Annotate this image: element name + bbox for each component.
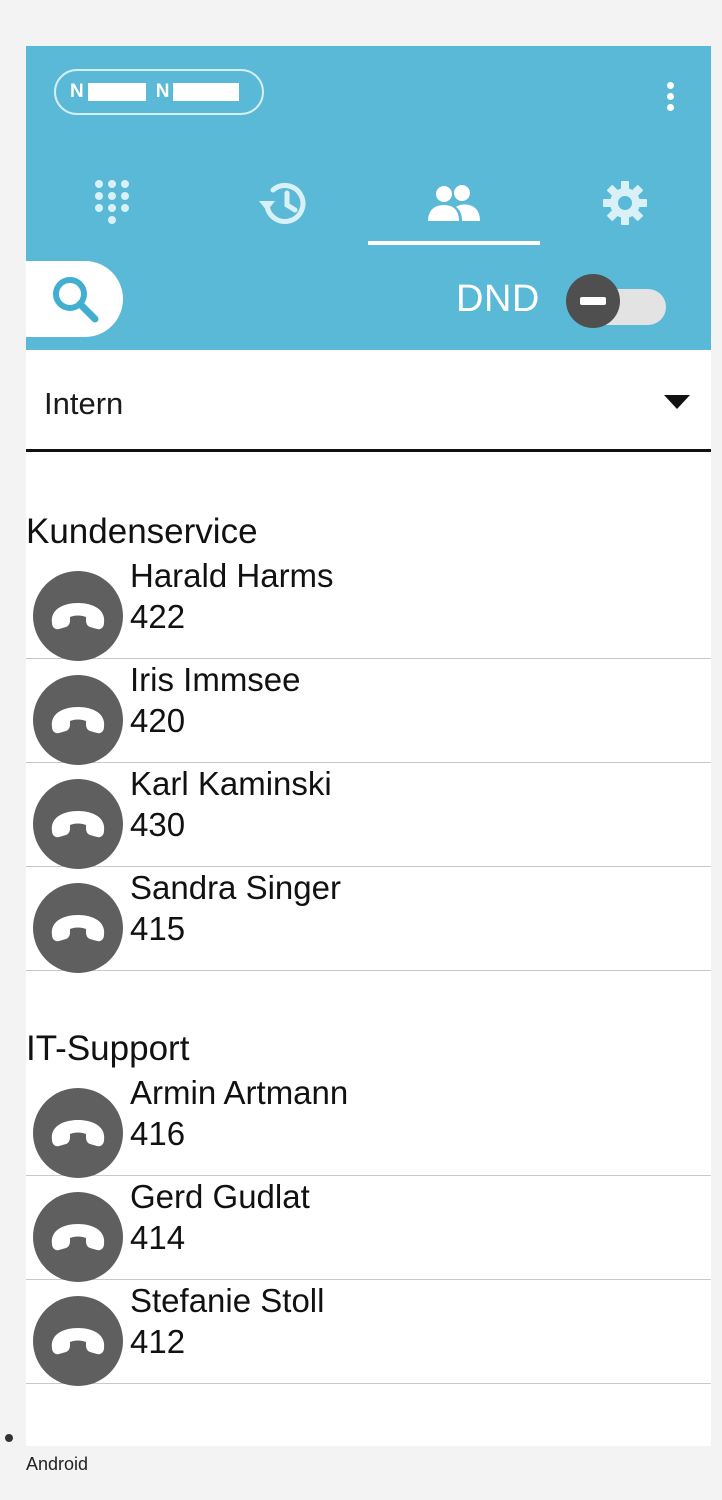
contact-name: Sandra Singer	[130, 869, 341, 906]
group-title: Kundenservice	[26, 512, 258, 551]
contact-row[interactable]: Iris Immsee 420	[26, 659, 711, 765]
contact-extension: 415	[130, 910, 186, 947]
people-icon	[427, 185, 480, 221]
search-icon	[52, 277, 98, 323]
account-redacted	[173, 83, 240, 101]
tab-history[interactable]	[197, 158, 368, 248]
phone-hangup-icon[interactable]	[33, 1192, 123, 1282]
tab-settings[interactable]	[539, 158, 710, 248]
group-dropdown-value: Intern	[44, 386, 124, 421]
gear-icon	[602, 181, 647, 225]
dnd-toggle[interactable]	[566, 274, 670, 330]
dropdown-arrow-icon	[664, 395, 690, 409]
account-chip[interactable]: N N	[54, 69, 264, 115]
search-button[interactable]	[26, 261, 123, 337]
history-icon	[258, 182, 305, 224]
phone-hangup-icon[interactable]	[33, 883, 123, 973]
account-redacted	[87, 83, 146, 101]
phone-hangup-icon[interactable]	[33, 1088, 123, 1178]
platform-caption: Android	[26, 1454, 89, 1474]
phone-hangup-icon[interactable]	[33, 1296, 123, 1386]
phone-hangup-icon[interactable]	[33, 571, 123, 661]
group-title: IT-Support	[26, 1029, 190, 1068]
list-bullet	[5, 1434, 13, 1442]
contact-extension: 430	[130, 806, 186, 843]
tab-indicator	[368, 241, 540, 245]
header-bar: N N DND	[26, 46, 711, 350]
contact-name: Armin Artmann	[130, 1074, 349, 1111]
contact-row[interactable]: Harald Harms 422	[26, 555, 711, 661]
contact-name: Stefanie Stoll	[130, 1282, 325, 1319]
account-letter: N	[70, 81, 84, 102]
tab-contacts[interactable]	[368, 158, 539, 248]
account-segment: N	[156, 81, 240, 103]
phone-hangup-icon[interactable]	[33, 779, 123, 869]
contact-name: Harald Harms	[130, 557, 334, 594]
contact-extension: 422	[130, 598, 186, 635]
phone-hangup-icon[interactable]	[33, 675, 123, 765]
contact-extension: 414	[130, 1219, 186, 1256]
contact-name: Gerd Gudlat	[130, 1178, 310, 1215]
more-vert-icon[interactable]	[656, 76, 684, 116]
contact-extension: 412	[130, 1323, 186, 1360]
contact-row[interactable]: Stefanie Stoll 412	[26, 1280, 711, 1386]
contact-row[interactable]: Gerd Gudlat 414	[26, 1176, 711, 1282]
group-dropdown[interactable]: Intern	[26, 350, 711, 452]
dialpad-icon	[94, 180, 129, 224]
do-not-disturb-icon	[566, 274, 620, 328]
account-segment: N	[70, 81, 146, 103]
dnd-label: DND	[456, 278, 540, 320]
contact-extension: 416	[130, 1115, 186, 1152]
account-letter: N	[155, 81, 170, 102]
contact-name: Karl Kaminski	[130, 765, 332, 802]
contact-name: Iris Immsee	[130, 661, 301, 698]
contact-row[interactable]: Armin Artmann 416	[26, 1072, 711, 1178]
app-frame: N N DND Intern Kundenservice Harald Harm…	[26, 46, 711, 1446]
tab-dialpad[interactable]	[26, 158, 197, 248]
contact-row[interactable]: Sandra Singer 415	[26, 867, 711, 973]
contact-extension: 420	[130, 702, 186, 739]
contact-row[interactable]: Karl Kaminski 430	[26, 763, 711, 869]
